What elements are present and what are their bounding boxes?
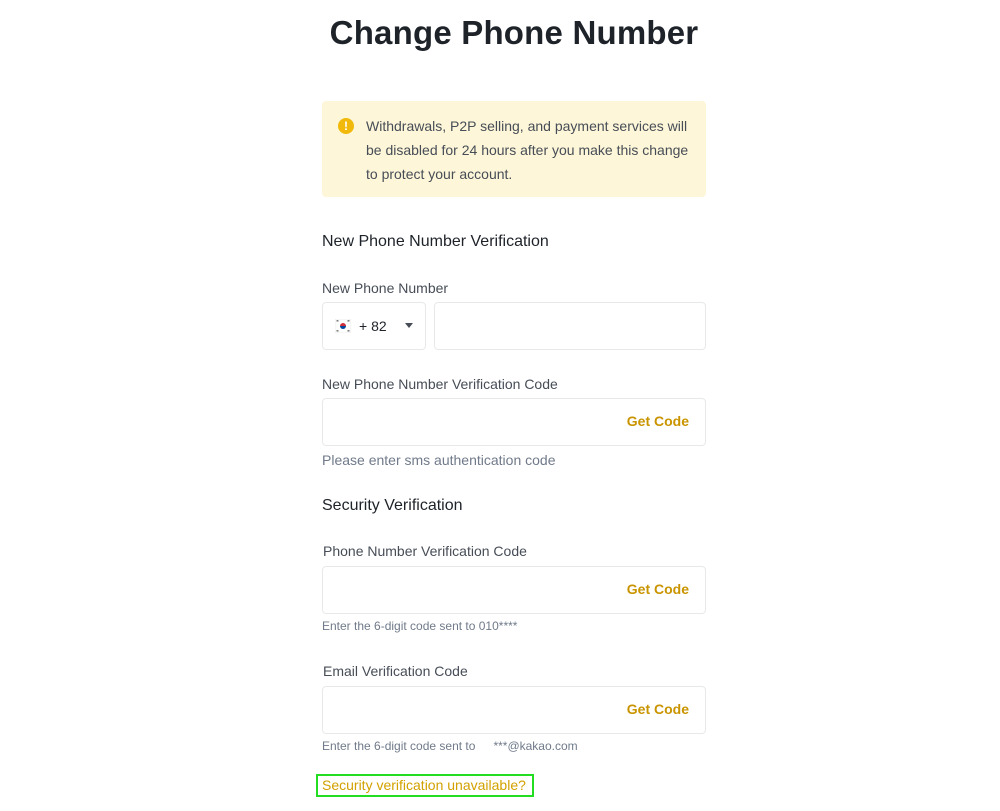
dial-code: + 82 — [359, 318, 387, 334]
email-code-label: Email Verification Code — [323, 663, 468, 679]
page-title: Change Phone Number — [329, 14, 699, 51]
email-code-hint: Enter the 6-digit code sent to ***@kakao.… — [322, 739, 578, 753]
country-code-select[interactable]: + 82 — [322, 302, 426, 350]
new-phone-get-code-button[interactable]: Get Code — [627, 413, 689, 429]
phone-code-input[interactable]: Get Code — [322, 566, 706, 614]
chevron-down-icon — [405, 323, 413, 328]
email-get-code-button[interactable]: Get Code — [627, 701, 689, 717]
exclamation-icon: ! — [338, 118, 354, 134]
warning-text: Withdrawals, P2P selling, and payment se… — [366, 118, 689, 182]
security-section-title: Security Verification — [322, 497, 463, 514]
phone-code-hint: Enter the 6-digit code sent to 010**** — [322, 619, 518, 633]
new-phone-code-hint: Please enter sms authentication code — [322, 452, 556, 468]
security-unavailable-link[interactable]: Security verification unavailable? — [316, 774, 534, 797]
new-phone-input[interactable] — [434, 302, 706, 350]
new-phone-section-title: New Phone Number Verification — [322, 233, 549, 250]
email-hint-prefix: Enter the 6-digit code sent to — [322, 739, 476, 753]
south-korea-flag-icon — [335, 319, 351, 333]
new-phone-code-label: New Phone Number Verification Code — [322, 376, 558, 392]
warning-banner: ! Withdrawals, P2P selling, and payment … — [322, 101, 706, 197]
phone-get-code-button[interactable]: Get Code — [627, 581, 689, 597]
email-code-input[interactable]: Get Code — [322, 686, 706, 734]
new-phone-label: New Phone Number — [322, 280, 449, 296]
email-hint-address: ***@kakao.com — [493, 739, 578, 753]
change-phone-page: Change Phone Number ! Withdrawals, P2P s… — [0, 0, 1000, 811]
phone-code-label: Phone Number Verification Code — [323, 543, 527, 559]
new-phone-code-input[interactable]: Get Code — [322, 398, 706, 446]
